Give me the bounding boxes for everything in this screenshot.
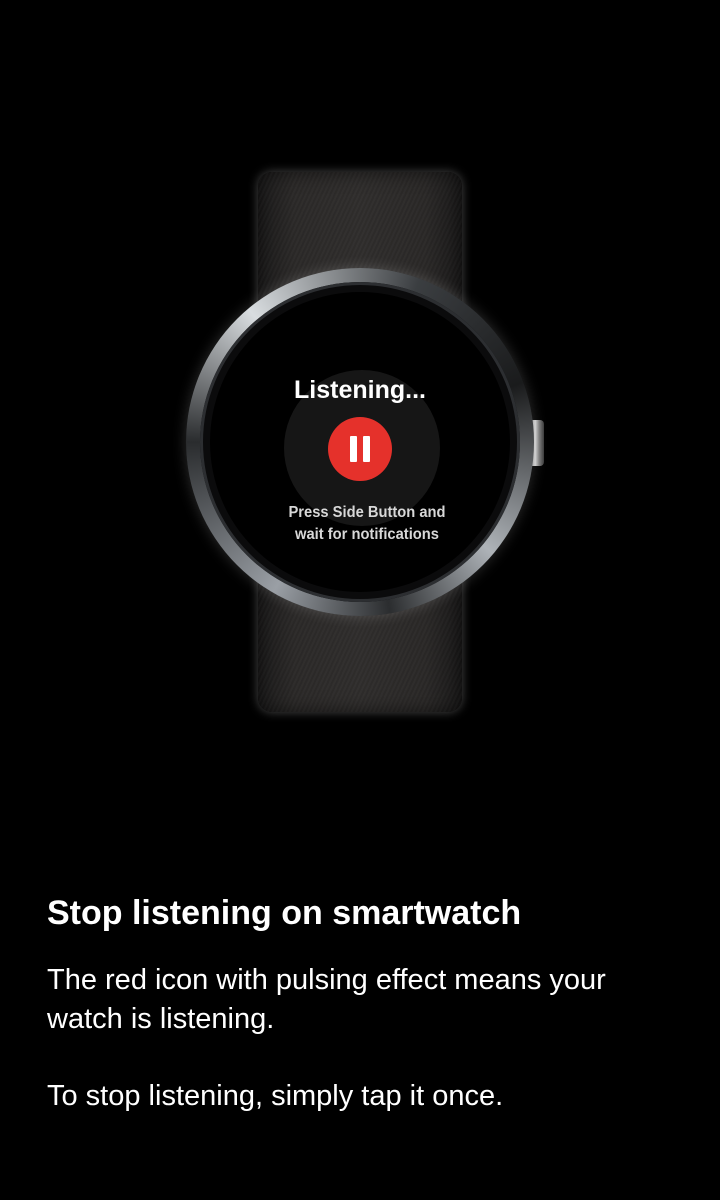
stop-listening-button[interactable] xyxy=(328,417,392,481)
page-title: Stop listening on smartwatch xyxy=(47,894,522,932)
watch-bezel: Listening... Press Side Button and wait … xyxy=(186,268,534,616)
watch-hint-line-1: Press Side Button and xyxy=(288,504,446,521)
watch-hint-line-2: wait for notifications xyxy=(295,526,439,543)
watch-face: Listening... Press Side Button and wait … xyxy=(210,292,510,592)
description-paragraph: The red icon with pulsing effect means y… xyxy=(47,964,606,1035)
pause-icon xyxy=(350,436,370,462)
watch-bezel-inner: Listening... Press Side Button and wait … xyxy=(200,282,520,602)
watch-hint-text: Press Side Button and wait for notificat… xyxy=(259,502,474,546)
listening-title: Listening... xyxy=(294,376,426,404)
smartwatch-illustration: Listening... Press Side Button and wait … xyxy=(0,0,720,760)
onboarding-screen: Listening... Press Side Button and wait … xyxy=(0,0,720,1200)
instruction-content: Stop listening on smartwatch The red ico… xyxy=(47,893,687,1116)
instruction-paragraph: To stop listening, simply tap it once. xyxy=(47,1080,504,1112)
